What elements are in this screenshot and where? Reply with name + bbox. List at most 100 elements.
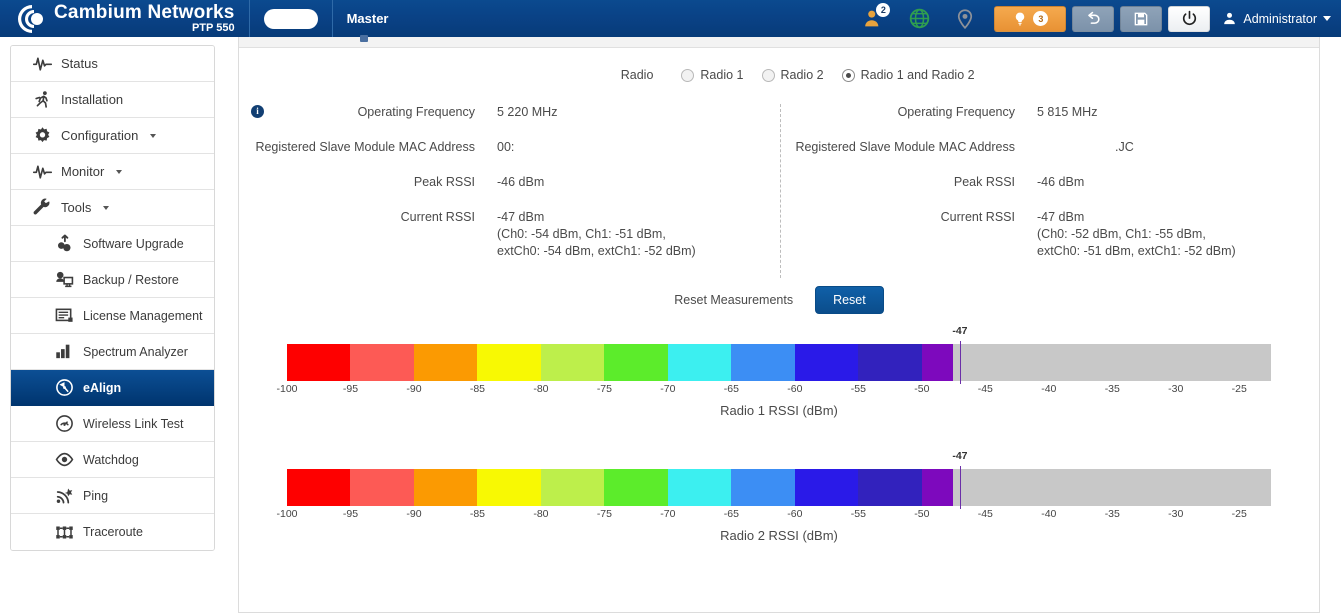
admin-label: Administrator bbox=[1243, 12, 1317, 26]
rssi-band bbox=[668, 344, 731, 381]
alerts-button[interactable]: 3 bbox=[994, 6, 1066, 32]
axis-tick-label: -90 bbox=[406, 508, 421, 520]
radio-1-button[interactable] bbox=[681, 69, 694, 82]
bars-icon bbox=[55, 342, 74, 361]
radio-1-current-rssi-value: -47 dBm (Ch0: -54 dBm, Ch1: -51 dBm, ext… bbox=[497, 209, 696, 260]
sidebar-item-software-upgrade[interactable]: Software Upgrade bbox=[11, 226, 214, 262]
axis-tick-label: -100 bbox=[276, 508, 297, 520]
pulse-icon bbox=[33, 162, 52, 181]
radio-1-stats: i Operating Frequency 5 220 MHz Register… bbox=[239, 104, 779, 278]
user-alert-button[interactable]: 2 bbox=[850, 0, 896, 37]
meter-outer: -47-100-95-90-85-80-75-70-65-60-55-50-45… bbox=[287, 344, 1271, 397]
sidebar-item-status[interactable]: Status bbox=[11, 46, 214, 82]
axis-tick-label: -45 bbox=[978, 508, 993, 520]
rssi-band bbox=[795, 469, 858, 506]
sidebar-item-watchdog[interactable]: Watchdog bbox=[11, 442, 214, 478]
rssi-meters: -47-100-95-90-85-80-75-70-65-60-55-50-45… bbox=[239, 344, 1319, 543]
sidebar-item-wireless-link-test[interactable]: Wireless Link Test bbox=[11, 406, 214, 442]
admin-menu[interactable]: Administrator bbox=[1222, 11, 1331, 26]
radio-2-mac-label: Registered Slave Module MAC Address bbox=[779, 139, 1015, 156]
alerts-badge: 3 bbox=[1033, 11, 1048, 26]
sidebar-item-label: Wireless Link Test bbox=[83, 417, 184, 431]
sidebar-item-ping[interactable]: Ping bbox=[11, 478, 214, 514]
location-pin-icon[interactable] bbox=[942, 0, 988, 37]
axis-tick-label: -25 bbox=[1232, 508, 1247, 520]
radio-1-mac-label: Registered Slave Module MAC Address bbox=[239, 139, 475, 156]
axis-tick-label: -90 bbox=[406, 383, 421, 395]
eye-icon bbox=[55, 450, 74, 469]
sidebar-item-backup-restore[interactable]: Backup / Restore bbox=[11, 262, 214, 298]
radio-2-current-rssi-value: -47 dBm (Ch0: -52 dBm, Ch1: -55 dBm, ext… bbox=[1037, 209, 1236, 260]
meter-caption: Radio 2 RSSI (dBm) bbox=[239, 528, 1319, 543]
axis-tick-label: -30 bbox=[1168, 508, 1183, 520]
power-button[interactable] bbox=[1168, 6, 1210, 32]
axis-tick-label: -80 bbox=[533, 383, 548, 395]
save-button[interactable] bbox=[1120, 6, 1162, 32]
chevron-down-icon bbox=[1323, 16, 1331, 21]
rssi-empty-region bbox=[953, 344, 1271, 381]
rssi-band bbox=[414, 469, 477, 506]
radio-option-radio-1[interactable]: Radio 1 bbox=[681, 68, 743, 82]
sidebar-item-spectrum-analyzer[interactable]: Spectrum Analyzer bbox=[11, 334, 214, 370]
axis-tick-label: -50 bbox=[914, 383, 929, 395]
wrench-icon bbox=[33, 198, 52, 217]
sidebar-item-label: Configuration bbox=[61, 128, 138, 143]
sidebar-item-ealign[interactable]: eAlign bbox=[11, 370, 214, 406]
save-icon bbox=[1133, 11, 1149, 27]
rssi-band bbox=[922, 469, 954, 506]
radio-both-button[interactable] bbox=[842, 69, 855, 82]
radio-1-current-rssi-label: Current RSSI bbox=[239, 209, 475, 260]
partial-header-marker bbox=[360, 35, 368, 42]
status-pill bbox=[264, 9, 318, 29]
rssi-band bbox=[795, 344, 858, 381]
rssi-band bbox=[541, 469, 604, 506]
reset-button[interactable]: Reset bbox=[815, 286, 884, 314]
radio-option-both[interactable]: Radio 1 and Radio 2 bbox=[842, 68, 975, 82]
brand-logo-area[interactable]: Cambium Networks PTP 550 bbox=[0, 0, 235, 37]
globe-icon[interactable] bbox=[896, 0, 942, 37]
sidebar-item-label: Monitor bbox=[61, 164, 104, 179]
axis-tick-label: -35 bbox=[1105, 508, 1120, 520]
sidebar-item-label: Tools bbox=[61, 200, 91, 215]
sidebar-item-installation[interactable]: Installation bbox=[11, 82, 214, 118]
axis-tick-label: -65 bbox=[724, 383, 739, 395]
axis-tick-label: -75 bbox=[597, 383, 612, 395]
sidebar-item-traceroute[interactable]: Traceroute bbox=[11, 514, 214, 550]
rssi-axis-ticks: -100-95-90-85-80-75-70-65-60-55-50-45-40… bbox=[287, 381, 1271, 397]
backup-icon bbox=[55, 270, 74, 289]
radio-2-mac-row: Registered Slave Module MAC Address .JC bbox=[779, 139, 1319, 156]
meter-outer: -47-100-95-90-85-80-75-70-65-60-55-50-45… bbox=[287, 469, 1271, 522]
axis-tick-label: -65 bbox=[724, 508, 739, 520]
radio-2-button[interactable] bbox=[762, 69, 775, 82]
radio-1-current-rssi-row: Current RSSI -47 dBm (Ch0: -54 dBm, Ch1:… bbox=[239, 209, 779, 260]
radio-option-radio-2[interactable]: Radio 2 bbox=[762, 68, 824, 82]
info-icon[interactable]: i bbox=[251, 105, 264, 118]
sidebar-item-configuration[interactable]: Configuration bbox=[11, 118, 214, 154]
rssi-band bbox=[858, 344, 921, 381]
rssi-axis-ticks: -100-95-90-85-80-75-70-65-60-55-50-45-40… bbox=[287, 506, 1271, 522]
ping-icon bbox=[55, 486, 74, 505]
axis-tick-label: -25 bbox=[1232, 383, 1247, 395]
brand-name: Cambium Networks bbox=[54, 3, 235, 22]
axis-tick-label: -80 bbox=[533, 508, 548, 520]
axis-tick-label: -45 bbox=[978, 383, 993, 395]
radio-2-label: Radio 2 bbox=[781, 68, 824, 82]
sidebar-item-label: Ping bbox=[83, 489, 108, 503]
rssi-meter-2: -47-100-95-90-85-80-75-70-65-60-55-50-45… bbox=[239, 469, 1319, 543]
axis-tick-label: -70 bbox=[660, 508, 675, 520]
current-rssi-marker-label: -47 bbox=[952, 450, 967, 462]
power-icon bbox=[1181, 10, 1198, 27]
lightbulb-icon bbox=[1012, 11, 1028, 27]
sidebar-item-monitor[interactable]: Monitor bbox=[11, 154, 214, 190]
sidebar-item-tools[interactable]: Tools bbox=[11, 190, 214, 226]
rssi-band bbox=[922, 344, 954, 381]
brand-model: PTP 550 bbox=[54, 23, 235, 34]
rssi-band bbox=[731, 344, 794, 381]
content-top-strip bbox=[239, 37, 1319, 48]
undo-button[interactable] bbox=[1072, 6, 1114, 32]
reset-measurements-label: Reset Measurements bbox=[674, 293, 793, 307]
chevron-down-icon bbox=[103, 206, 109, 210]
sidebar-item-license-management[interactable]: License Management bbox=[11, 298, 214, 334]
runner-icon bbox=[33, 90, 52, 109]
sidebar-item-label: Installation bbox=[61, 92, 123, 107]
